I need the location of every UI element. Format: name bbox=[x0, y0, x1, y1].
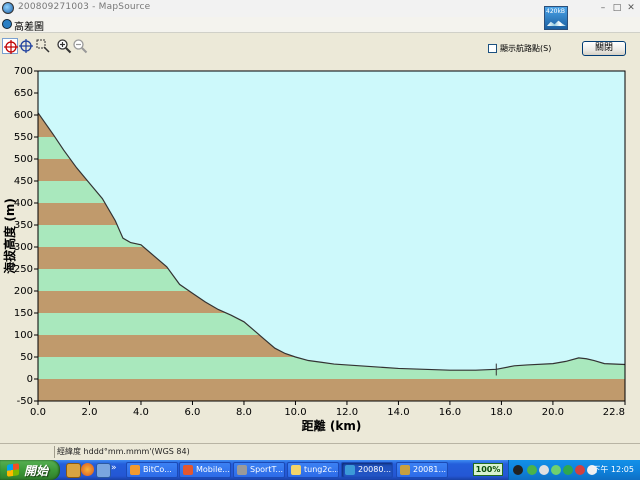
quicklaunch-more-icon[interactable]: » bbox=[111, 463, 117, 476]
taskbar-task-button[interactable]: BitCo... bbox=[126, 462, 178, 478]
start-label: 開始 bbox=[24, 464, 49, 478]
memory-badge-label: 420kB bbox=[546, 8, 566, 15]
taskbar-task-button[interactable]: tung2c... bbox=[287, 462, 339, 478]
window-title: 200809271003 - MapSource bbox=[18, 2, 151, 12]
x-tick-label: 4.0 bbox=[133, 407, 149, 418]
tray-security-icon[interactable] bbox=[563, 465, 573, 475]
app-titlebar: 200809271003 - MapSource 420kB – □ ✕ bbox=[0, 0, 640, 30]
minimize-button[interactable]: – bbox=[596, 2, 610, 14]
show-waypoints-checkbox[interactable] bbox=[488, 44, 497, 53]
crosshair-blue-icon[interactable] bbox=[18, 38, 34, 54]
elevation-chart-area: -50 0 50 100 150 200 250 300 350 400 450 500 550 600 6… bbox=[0, 63, 640, 443]
quicklaunch-firefox-icon[interactable] bbox=[81, 463, 94, 476]
dialog-title: 高差圖 bbox=[14, 22, 44, 33]
battery-percent: 100% bbox=[473, 463, 503, 476]
close-button[interactable]: 關閉 bbox=[582, 41, 626, 56]
task-app-icon bbox=[237, 465, 247, 475]
dialog-icon bbox=[2, 19, 12, 29]
elevation-band bbox=[38, 379, 625, 401]
show-waypoints-label: 顯示航路點(S) bbox=[500, 44, 552, 53]
y-tick-label: 100 bbox=[14, 330, 33, 341]
x-tick-label: 2.0 bbox=[82, 407, 98, 418]
task-label: tung2c... bbox=[304, 465, 339, 474]
taskbar-task-button[interactable]: 20081... bbox=[396, 462, 448, 478]
taskbar-clock: 下午 12:05 bbox=[592, 465, 634, 474]
x-tick-label: 0.0 bbox=[30, 407, 46, 418]
x-axis-label: 距離 (km) bbox=[302, 418, 362, 433]
x-tick-label: 18.0 bbox=[490, 407, 512, 418]
y-tick-label: 700 bbox=[14, 66, 33, 77]
task-label: 20080... bbox=[358, 465, 392, 474]
task-label: Mobile... bbox=[196, 465, 230, 474]
task-app-icon bbox=[345, 465, 355, 475]
memory-badge: 420kB bbox=[544, 6, 568, 30]
y-axis-label: 海拔高度 (m) bbox=[2, 198, 17, 274]
taskbar-task-button[interactable]: Mobile... bbox=[179, 462, 231, 478]
x-tick-label: 22.8 bbox=[603, 407, 625, 418]
y-tick-label: 0 bbox=[27, 374, 33, 385]
x-tick-label: 8.0 bbox=[236, 407, 252, 418]
y-tick-label: 500 bbox=[14, 154, 33, 165]
tray-sync-icon[interactable] bbox=[551, 465, 561, 475]
y-tick-label: 150 bbox=[14, 308, 33, 319]
taskbar: 開始 » BitCo... Mobile... SportT... tung2c...… bbox=[0, 460, 640, 480]
y-tick-label: 600 bbox=[14, 110, 33, 121]
crosshair-red-icon[interactable] bbox=[2, 38, 18, 54]
mapsource-app-icon bbox=[2, 2, 14, 14]
profile-toolbar: 顯示航路點(S) 關閉 bbox=[0, 33, 640, 63]
maximize-button[interactable]: □ bbox=[610, 2, 624, 14]
task-label: BitCo... bbox=[143, 465, 172, 474]
x-tick-label: 10.0 bbox=[284, 407, 306, 418]
windows-flag-icon bbox=[7, 463, 19, 477]
task-label: 20081... bbox=[413, 465, 447, 474]
taskbar-task-button[interactable]: SportT... bbox=[233, 462, 285, 478]
x-tick-label: 20.0 bbox=[542, 407, 564, 418]
x-tick-label: 16.0 bbox=[439, 407, 461, 418]
coordinate-format: 經緯度 hddd°mm.mmm'(WGS 84) bbox=[57, 447, 190, 456]
y-tick-label: 650 bbox=[14, 88, 33, 99]
y-tick-label: 450 bbox=[14, 176, 33, 187]
zoom-out-icon[interactable] bbox=[72, 38, 88, 54]
elevation-profile-chart[interactable]: -500501001502002503003504004505005506006… bbox=[0, 63, 640, 443]
quicklaunch-folder-icon[interactable] bbox=[66, 463, 81, 478]
task-app-icon bbox=[400, 465, 410, 475]
task-app-icon bbox=[291, 465, 301, 475]
task-label: SportT... bbox=[250, 465, 284, 474]
system-tray: 下午 12:05 bbox=[508, 460, 640, 480]
task-app-icon bbox=[183, 465, 193, 475]
taskbar-task-button[interactable]: 20080... bbox=[341, 462, 393, 478]
status-separator bbox=[54, 446, 55, 458]
tray-alert-icon[interactable] bbox=[575, 465, 585, 475]
tray-plug-icon[interactable] bbox=[513, 465, 523, 475]
x-tick-label: 6.0 bbox=[185, 407, 201, 418]
status-bar: 經緯度 hddd°mm.mmm'(WGS 84) bbox=[0, 443, 640, 461]
y-tick-label: -50 bbox=[17, 396, 33, 407]
start-button[interactable]: 開始 bbox=[0, 460, 60, 480]
x-tick-label: 12.0 bbox=[336, 407, 358, 418]
y-tick-label: 200 bbox=[14, 286, 33, 297]
x-tick-label: 14.0 bbox=[387, 407, 409, 418]
zoom-in-icon[interactable] bbox=[56, 38, 72, 54]
close-window-button[interactable]: ✕ bbox=[624, 2, 638, 14]
y-tick-label: 50 bbox=[20, 352, 33, 363]
tray-network-icon[interactable] bbox=[527, 465, 537, 475]
tray-app-icon[interactable] bbox=[539, 465, 549, 475]
quicklaunch-desktop-icon[interactable] bbox=[96, 463, 111, 478]
y-tick-label: 550 bbox=[14, 132, 33, 143]
task-app-icon bbox=[130, 465, 140, 475]
lasso-zoom-icon[interactable] bbox=[35, 38, 51, 54]
